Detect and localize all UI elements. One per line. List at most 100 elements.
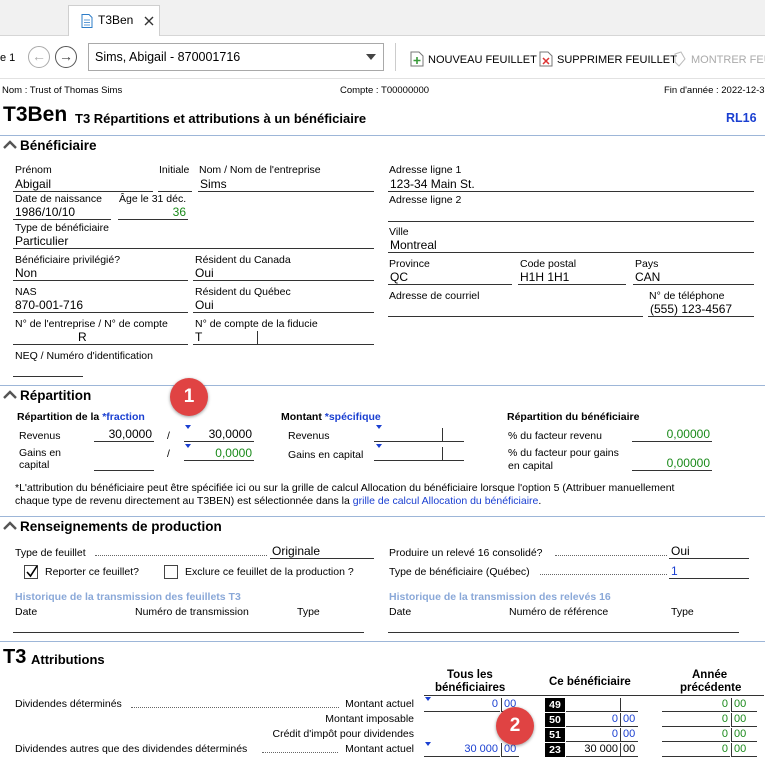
initial-field[interactable]: [158, 177, 192, 192]
previous-year-amount: 0: [662, 698, 730, 712]
last-name-field[interactable]: Sims: [198, 177, 374, 192]
back-button[interactable]: ←: [28, 46, 50, 68]
specific-income-field[interactable]: [374, 427, 464, 442]
first-name-field[interactable]: Abigail: [13, 177, 153, 192]
postal-code-field[interactable]: H1H 1H1: [518, 270, 626, 285]
this-beneficiary-cents[interactable]: [620, 698, 638, 712]
slip-type-field[interactable]: Originale: [270, 544, 374, 559]
income-factor-field: 0,00000: [632, 427, 712, 442]
privileged-field[interactable]: Non: [13, 266, 188, 281]
attribution-row-label: Dividendes déterminés: [15, 698, 122, 710]
all-beneficiaries-header-1: Tous les: [447, 669, 493, 681]
tab-t3ben[interactable]: T3Ben: [68, 5, 160, 36]
gains-denominator-field[interactable]: 0,0000: [184, 446, 254, 461]
tab-bar: T3Ben: [0, 0, 765, 36]
country-label: Pays: [635, 258, 659, 270]
resident-quebec-field[interactable]: Oui: [193, 298, 374, 313]
sin-field[interactable]: 870-001-716: [13, 298, 188, 313]
allocation-grid-link[interactable]: grille de calcul Allocation du bénéficia…: [353, 495, 539, 507]
t3-history-type-col: Type: [297, 606, 320, 618]
previous-year-amount: 0: [662, 728, 730, 742]
income-denominator-field[interactable]: 30,0000: [184, 427, 254, 442]
beneficiary-selector[interactable]: Sims, Abigail - 870001716: [88, 43, 384, 71]
dob-field[interactable]: 1986/10/10: [13, 205, 111, 220]
specific-amount-text: Montant: [281, 411, 322, 423]
gains-numerator-field[interactable]: [94, 456, 154, 471]
delete-sheet-button[interactable]: SUPPRIMER FEUILLET: [539, 51, 677, 67]
forward-button[interactable]: →: [55, 46, 77, 68]
all-beneficiaries-cents[interactable]: 00: [501, 743, 519, 757]
attribution-row-sublabel: Montant imposable: [325, 713, 414, 725]
attributions-code: T3: [3, 646, 27, 668]
box-number: 49: [545, 698, 565, 712]
rl16-history-date-col: Date: [389, 606, 412, 618]
this-beneficiary-amount[interactable]: 30 000: [566, 743, 620, 757]
postal-code-label: Code postal: [520, 258, 577, 270]
previous-year-cents: 00: [731, 728, 757, 742]
show-sheet-button[interactable]: MONTRER FEUI: [673, 51, 765, 67]
capital-gains-label-2: capital: [19, 459, 50, 471]
attribution-row-sublabel: Crédit d'impôt pour dividendes: [272, 728, 415, 740]
t3-history-row: [13, 632, 364, 633]
collapse-chevron-icon: [3, 390, 17, 399]
email-field[interactable]: [388, 302, 643, 317]
trust-account-field[interactable]: T: [193, 330, 374, 345]
rl16-link[interactable]: RL16: [726, 111, 757, 125]
rl16-history-title: Historique de la transmission des relevé…: [389, 591, 611, 603]
this-beneficiary-amount[interactable]: 0: [566, 728, 620, 742]
arrow-left-icon: ←: [32, 48, 46, 64]
income-numerator-field[interactable]: 30,0000: [94, 427, 154, 442]
email-label: Adresse de courriel: [389, 290, 480, 302]
all-beneficiaries-amount[interactable]: 0: [424, 698, 500, 712]
city-field[interactable]: Montreal: [388, 238, 754, 253]
address2-field[interactable]: [388, 207, 754, 222]
attributions-title: Attributions: [31, 652, 105, 667]
resident-canada-field[interactable]: Oui: [193, 266, 374, 281]
t3-history-number-col: Numéro de transmission: [135, 606, 249, 618]
previous-year-cents: 00: [731, 743, 757, 757]
country-field[interactable]: CAN: [633, 270, 754, 285]
business-number-field[interactable]: R: [13, 330, 188, 345]
report-slip-checkbox[interactable]: [24, 565, 38, 579]
province-field[interactable]: QC: [388, 270, 512, 285]
rl16-consolidated-field[interactable]: Oui: [669, 544, 749, 559]
show-sheet-icon: [674, 51, 686, 67]
close-icon[interactable]: [144, 16, 154, 26]
new-sheet-button[interactable]: NOUVEAU FEUILLET: [410, 51, 537, 67]
allocation-section-title: Répartition: [20, 388, 92, 403]
fraction-heading: Répartition de la *fraction: [17, 411, 145, 423]
field-divider: [442, 447, 443, 461]
address1-field[interactable]: 123-34 Main St.: [388, 177, 754, 192]
allocation-note-1: *L'attribution du bénéficiaire peut être…: [15, 482, 675, 494]
specific-amount-heading: Montant *spécifique: [281, 411, 381, 423]
quebec-type-field[interactable]: 1: [669, 564, 749, 579]
this-beneficiary-cents[interactable]: 00: [620, 728, 638, 742]
neq-field[interactable]: [13, 362, 83, 377]
phone-field[interactable]: (555) 123-4567: [648, 302, 754, 317]
this-beneficiary-cents[interactable]: 00: [620, 743, 638, 757]
beneficiary-type-field[interactable]: Particulier: [13, 234, 374, 249]
last-name-label: Nom / Nom de l'entreprise: [199, 164, 321, 176]
attributions-header-line: [424, 695, 764, 696]
filing-section-header[interactable]: Renseignements de production: [0, 516, 765, 534]
resident-canada-label: Résident du Canada: [195, 254, 291, 266]
this-beneficiary-amount[interactable]: 0: [566, 713, 620, 727]
exclude-slip-label: Exclure ce feuillet de la production ?: [185, 566, 354, 578]
this-beneficiary-amount[interactable]: [566, 698, 620, 712]
this-beneficiary-cents[interactable]: 00: [620, 713, 638, 727]
chevron-down-icon: [366, 54, 376, 60]
tab-label: T3Ben: [98, 13, 134, 27]
specific-gains-field[interactable]: [374, 446, 464, 461]
add-sheet-icon: [410, 51, 424, 67]
capital-gains-label-1: Gains en: [19, 447, 62, 459]
province-label: Province: [389, 258, 430, 270]
exclude-slip-checkbox[interactable]: [164, 565, 178, 579]
year-end: Fin d'année : 2022-12-31: [664, 85, 765, 96]
collapse-chevron-icon: [3, 140, 17, 149]
gains-factor-field: 0,00000: [632, 456, 712, 471]
attribution-row-sublabel: Montant actuel: [345, 743, 414, 755]
beneficiary-selector-value: Sims, Abigail - 870001716: [95, 50, 241, 64]
all-beneficiaries-amount[interactable]: 30 000: [424, 743, 500, 757]
beneficiary-section-header[interactable]: Bénéficiaire: [0, 135, 765, 153]
allocation-section-header[interactable]: Répartition: [0, 385, 765, 403]
